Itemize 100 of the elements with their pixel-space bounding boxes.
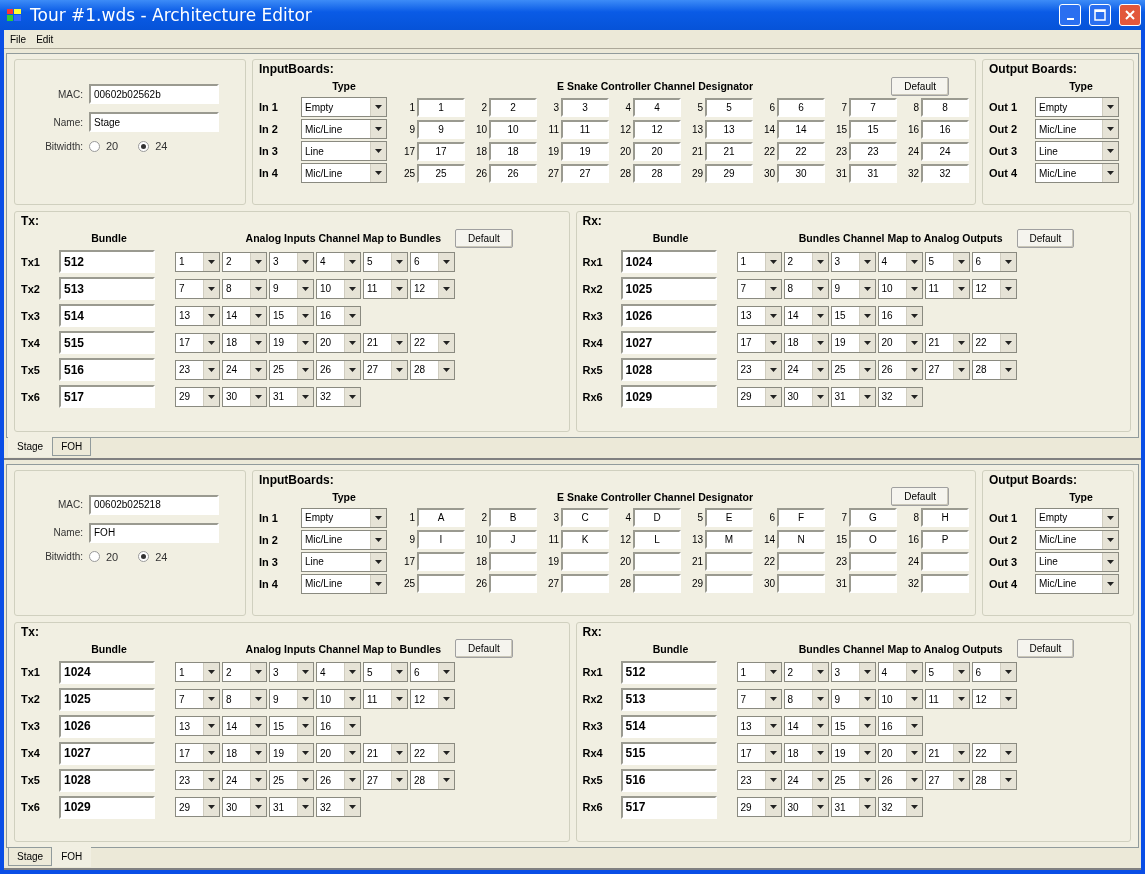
type-dropdown[interactable]: Line bbox=[301, 551, 387, 572]
channel-dropdown[interactable]: 3 bbox=[830, 251, 876, 272]
channel-dropdown[interactable]: 20 bbox=[316, 743, 361, 763]
designator-field[interactable] bbox=[417, 574, 465, 593]
channel-dropdown[interactable]: 27 bbox=[924, 770, 970, 790]
channel-dropdown[interactable]: 3 bbox=[269, 662, 314, 682]
designator-field[interactable]: 18 bbox=[489, 141, 537, 161]
designator-field[interactable] bbox=[561, 552, 609, 571]
designator-field[interactable] bbox=[849, 552, 897, 571]
channel-dropdown[interactable]: 13 bbox=[736, 716, 782, 736]
radio-button[interactable] bbox=[89, 140, 100, 152]
channel-dropdown[interactable]: 5 bbox=[924, 251, 970, 272]
minimize-button[interactable] bbox=[1059, 4, 1081, 26]
channel-dropdown[interactable]: 9 bbox=[830, 278, 876, 299]
channel-dropdown[interactable]: 18 bbox=[783, 743, 829, 763]
channel-dropdown[interactable]: 22 bbox=[971, 332, 1017, 353]
designator-field[interactable]: 16 bbox=[921, 119, 969, 139]
channel-dropdown[interactable]: 1 bbox=[736, 662, 782, 682]
channel-dropdown[interactable]: 8 bbox=[222, 278, 267, 299]
channel-dropdown[interactable]: 31 bbox=[269, 797, 314, 817]
channel-dropdown[interactable]: 6 bbox=[971, 662, 1017, 682]
bundle-field[interactable]: 1025 bbox=[59, 687, 155, 711]
designator-field[interactable]: 32 bbox=[921, 163, 969, 183]
designator-field[interactable] bbox=[561, 574, 609, 593]
designator-field[interactable]: 3 bbox=[561, 97, 609, 117]
channel-dropdown[interactable]: 31 bbox=[269, 386, 314, 407]
channel-dropdown[interactable]: 16 bbox=[877, 305, 923, 326]
designator-field[interactable]: P bbox=[921, 530, 969, 549]
channel-dropdown[interactable]: 12 bbox=[410, 689, 455, 709]
channel-dropdown[interactable]: 14 bbox=[783, 716, 829, 736]
channel-dropdown[interactable]: 30 bbox=[783, 386, 829, 407]
designator-field[interactable]: N bbox=[777, 530, 825, 549]
channel-dropdown[interactable]: 24 bbox=[783, 359, 829, 380]
channel-dropdown[interactable]: 17 bbox=[175, 332, 220, 353]
bundle-field[interactable]: 513 bbox=[59, 277, 155, 300]
designator-field[interactable]: 7 bbox=[849, 97, 897, 117]
designator-field[interactable]: M bbox=[705, 530, 753, 549]
channel-dropdown[interactable]: 26 bbox=[877, 359, 923, 380]
designator-field[interactable]: 30 bbox=[777, 163, 825, 183]
designator-field[interactable]: D bbox=[633, 508, 681, 527]
channel-dropdown[interactable]: 18 bbox=[783, 332, 829, 353]
bundle-field[interactable]: 1024 bbox=[620, 250, 717, 273]
channel-dropdown[interactable]: 17 bbox=[736, 332, 782, 353]
channel-dropdown[interactable]: 15 bbox=[269, 305, 314, 326]
channel-dropdown[interactable]: 7 bbox=[175, 278, 220, 299]
designator-field[interactable]: O bbox=[849, 530, 897, 549]
default-button[interactable]: Default bbox=[1016, 639, 1075, 658]
designator-field[interactable]: 2 bbox=[489, 97, 537, 117]
channel-dropdown[interactable]: 24 bbox=[222, 359, 267, 380]
channel-dropdown[interactable]: 23 bbox=[736, 359, 782, 380]
bundle-field[interactable]: 514 bbox=[620, 714, 717, 738]
channel-dropdown[interactable]: 2 bbox=[783, 662, 829, 682]
bundle-field[interactable]: 514 bbox=[59, 304, 155, 327]
channel-dropdown[interactable]: 26 bbox=[316, 770, 361, 790]
channel-dropdown[interactable]: 21 bbox=[363, 332, 408, 353]
designator-field[interactable]: 5 bbox=[705, 97, 753, 117]
channel-dropdown[interactable]: 25 bbox=[830, 770, 876, 790]
mac-field[interactable]: 00602b025218 bbox=[89, 494, 219, 515]
channel-dropdown[interactable]: 8 bbox=[222, 689, 267, 709]
channel-dropdown[interactable]: 26 bbox=[877, 770, 923, 790]
channel-dropdown[interactable]: 20 bbox=[316, 332, 361, 353]
bundle-field[interactable]: 516 bbox=[59, 358, 155, 381]
channel-dropdown[interactable]: 12 bbox=[971, 689, 1017, 709]
channel-dropdown[interactable]: 11 bbox=[363, 689, 408, 709]
bundle-field[interactable]: 515 bbox=[620, 741, 717, 765]
channel-dropdown[interactable]: 14 bbox=[783, 305, 829, 326]
channel-dropdown[interactable]: 5 bbox=[363, 251, 408, 272]
channel-dropdown[interactable]: 21 bbox=[924, 743, 970, 763]
channel-dropdown[interactable]: 10 bbox=[877, 278, 923, 299]
bundle-field[interactable]: 512 bbox=[59, 250, 155, 273]
designator-field[interactable] bbox=[921, 574, 969, 593]
bundle-field[interactable]: 1026 bbox=[620, 304, 717, 327]
designator-field[interactable] bbox=[417, 552, 465, 571]
default-button[interactable]: Default bbox=[455, 639, 513, 658]
channel-dropdown[interactable]: 28 bbox=[410, 770, 455, 790]
channel-dropdown[interactable]: 6 bbox=[410, 251, 455, 272]
channel-dropdown[interactable]: 7 bbox=[175, 689, 220, 709]
designator-field[interactable]: 21 bbox=[705, 141, 753, 161]
close-button[interactable] bbox=[1119, 4, 1141, 26]
bundle-field[interactable]: 1027 bbox=[620, 331, 717, 354]
channel-dropdown[interactable]: 15 bbox=[269, 716, 314, 736]
default-button[interactable]: Default bbox=[891, 76, 949, 96]
designator-field[interactable]: 29 bbox=[705, 163, 753, 183]
designator-field[interactable]: 24 bbox=[921, 141, 969, 161]
type-dropdown[interactable]: Empty bbox=[1035, 507, 1119, 528]
menu-item[interactable]: Edit bbox=[36, 33, 54, 45]
channel-dropdown[interactable]: 9 bbox=[269, 278, 314, 299]
channel-dropdown[interactable]: 32 bbox=[877, 386, 923, 407]
channel-dropdown[interactable]: 12 bbox=[971, 278, 1017, 299]
channel-dropdown[interactable]: 29 bbox=[736, 386, 782, 407]
channel-dropdown[interactable]: 19 bbox=[269, 332, 314, 353]
channel-dropdown[interactable]: 11 bbox=[924, 689, 970, 709]
designator-field[interactable]: G bbox=[849, 508, 897, 527]
type-dropdown[interactable]: Mic/Line bbox=[1035, 119, 1119, 139]
designator-field[interactable]: K bbox=[561, 530, 609, 549]
channel-dropdown[interactable]: 9 bbox=[269, 689, 314, 709]
channel-dropdown[interactable]: 15 bbox=[830, 305, 876, 326]
designator-field[interactable] bbox=[489, 552, 537, 571]
designator-field[interactable]: 27 bbox=[561, 163, 609, 183]
type-dropdown[interactable]: Line bbox=[1035, 551, 1119, 572]
